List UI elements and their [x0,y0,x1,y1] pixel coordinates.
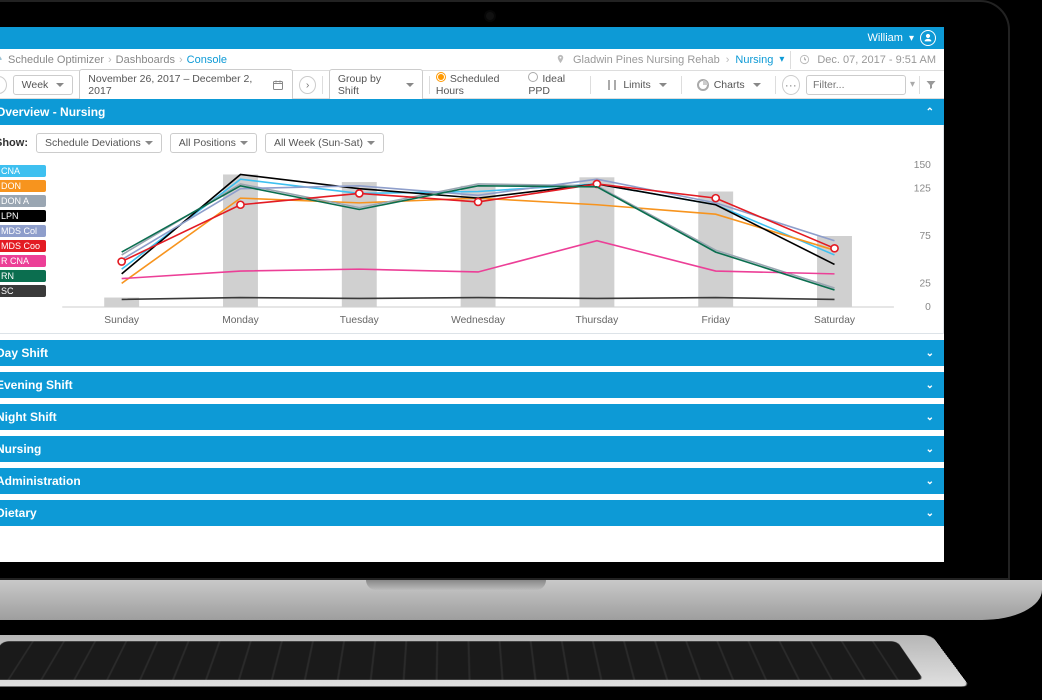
datetime: Dec. 07, 2017 - 9:51 AM [817,54,936,66]
laptop-base [0,580,1042,620]
chevron-down-icon: ⌄ [926,412,934,423]
limits-icon [605,78,619,92]
section-header[interactable]: Dietary⌄ [0,500,944,526]
chevron-down-icon: ⌄ [926,508,934,519]
laptop-keyboard [0,635,970,686]
section-header[interactable]: Night Shift⌄ [0,404,944,430]
chevron-down-icon[interactable]: ▾ [779,54,784,65]
svg-text:Thursday: Thursday [576,315,620,326]
crumb-2[interactable]: Dashboards [116,54,175,66]
section-header[interactable]: Administration⌄ [0,468,944,494]
charts-select[interactable]: Charts [688,75,769,95]
svg-text:0: 0 [925,302,931,313]
chevron-down-icon: ▾ [909,33,914,44]
legend-item[interactable]: MDS Col [0,225,46,237]
toolbar: ‹ Week November 26, 2017 – December 2, 2… [0,71,944,99]
svg-text:150: 150 [914,160,931,171]
content-area: Overview - Nursing ⌃ Show: Schedule Devi… [0,99,944,562]
week-select[interactable]: All Week (Sun-Sat) [265,133,384,153]
svg-text:Sunday: Sunday [104,315,140,326]
username: William [868,32,903,44]
crumb-3[interactable]: Console [187,54,227,66]
user-menu[interactable]: William ▾ [868,30,936,46]
chevron-down-icon: ⌄ [926,444,934,455]
pin-icon [553,53,567,67]
crumb-1[interactable]: Schedule Optimizer [8,54,104,66]
breadcrumb-bar: Schedule Optimizer › Dashboards › Consol… [0,49,944,71]
overview-header[interactable]: Overview - Nursing ⌃ [0,99,944,125]
legend-item[interactable]: MDS Coo [0,240,46,252]
next-button[interactable]: › [299,76,316,94]
legend-item[interactable]: SC [0,285,46,297]
limits-select[interactable]: Limits [597,75,674,95]
app-screen: William ▾ [0,27,944,562]
more-button[interactable]: ··· [782,75,800,95]
svg-text:Friday: Friday [701,315,730,326]
period-select[interactable]: Week [13,75,74,95]
filter-input[interactable] [806,75,906,95]
overview-title: Overview - Nursing [0,105,105,119]
overview-chart: 0 25 75 125 150 Sunday Monday Tuesday Wednesday T… [52,159,935,329]
clock-icon [797,53,811,67]
section-header[interactable]: Nursing⌄ [0,436,944,462]
location-text: Gladwin Pines Nursing Rehab [573,54,720,66]
legend-item[interactable]: DON [0,180,46,192]
legend-item[interactable]: R CNA [0,255,46,267]
section-header[interactable]: Day Shift⌄ [0,340,944,366]
svg-text:125: 125 [914,184,931,195]
svg-text:25: 25 [919,278,931,289]
legend-item[interactable]: LPN [0,210,46,222]
radio-scheduled[interactable]: Scheduled Hours [436,72,523,97]
svg-text:75: 75 [919,231,931,242]
positions-select[interactable]: All Positions [170,133,257,153]
pie-icon [696,78,710,92]
calendar-icon [272,78,285,92]
legend-item[interactable]: RN [0,270,46,282]
legend-item[interactable]: DON A [0,195,46,207]
svg-text:Tuesday: Tuesday [340,315,380,326]
funnel-icon[interactable] [924,78,938,92]
gauge-icon [0,53,4,67]
chart-legend: CNA DON DON A LPN MDS Col MDS Coo R CNA RN SC [0,159,46,329]
overview-body: Show: Schedule Deviations All Positions … [0,125,944,334]
svg-text:Saturday: Saturday [814,315,856,326]
chevron-down-icon[interactable]: ▾ [910,79,915,90]
topbar: William ▾ [0,27,944,49]
date-range[interactable]: November 26, 2017 – December 2, 2017 [79,69,293,101]
chevron-down-icon: ⌄ [926,476,934,487]
deviation-select[interactable]: Schedule Deviations [36,133,162,153]
group-select[interactable]: Group by Shift [329,69,423,101]
location-link[interactable]: Nursing [735,54,773,66]
legend-item[interactable]: CNA [0,165,46,177]
show-label: Show: [0,137,28,149]
chevron-down-icon: ⌄ [926,348,934,359]
collapse-icon: ⌃ [926,107,934,118]
prev-button[interactable]: ‹ [0,76,7,94]
chevron-down-icon: ⌄ [926,380,934,391]
laptop-camera [486,12,494,20]
svg-text:Monday: Monday [222,315,259,326]
svg-text:Wednesday: Wednesday [451,315,506,326]
radio-ideal[interactable]: Ideal PPD [528,72,584,97]
avatar-icon [920,30,936,46]
section-header[interactable]: Evening Shift⌄ [0,372,944,398]
